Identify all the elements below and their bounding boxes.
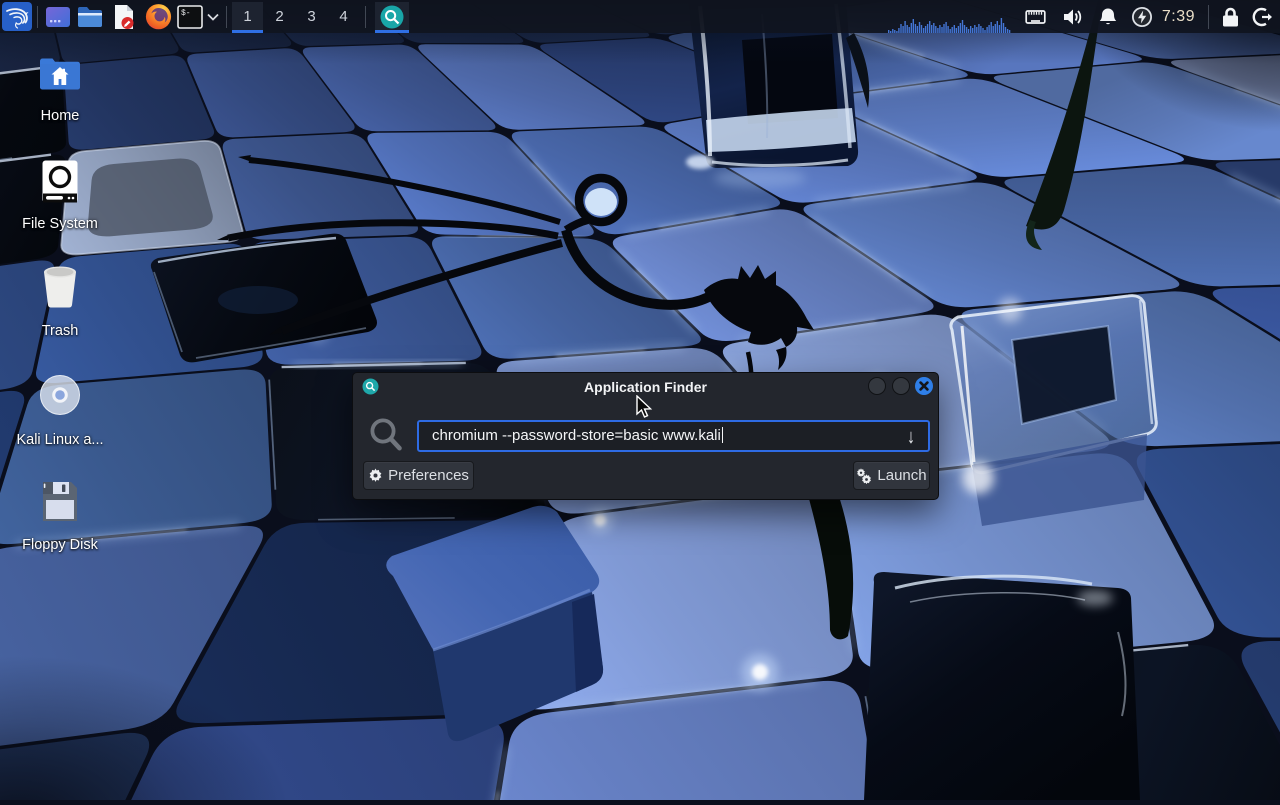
svg-text:$-: $- (181, 9, 191, 18)
